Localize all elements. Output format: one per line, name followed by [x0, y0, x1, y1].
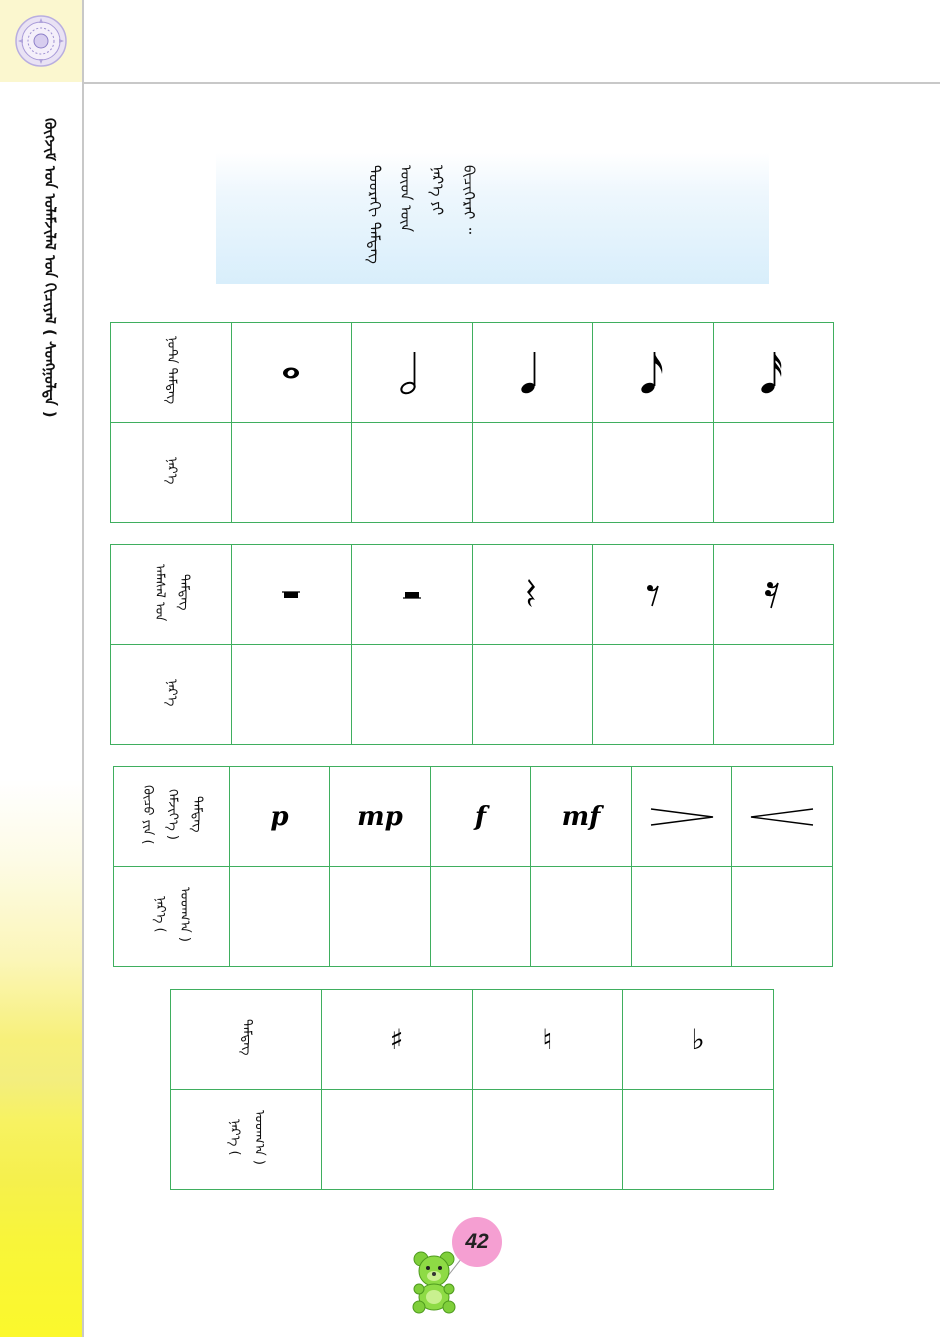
side-title: ᠬᠥᠭᠵᠢᠮ ᠤᠨ ᠤᠯᠠᠮᠵᠢᠯᠠᠯ ᠤᠨ ᠬᠢᠴᠢᠶᠡᠯ ( ᠰᠣᠩᠭᠣᠯᠲ… — [40, 118, 59, 418]
dynamics-name-label: ᠨᠡᠷ᠎ᠡ ( ᠤᠳᠬ᠎ᠠ ) — [152, 887, 193, 942]
eighth-note-icon — [641, 351, 663, 393]
crescendo-hairpin-icon — [750, 807, 814, 826]
notes-header-cell: ᠨᠤᠲ᠋ᠠ ᠲᠡᠮᠳᠡᠭ — [110, 322, 232, 423]
half-rest-icon — [402, 591, 421, 599]
quarter-rest-cell — [471, 544, 593, 645]
rests-name-label: ᠨᠡᠷ᠎ᠡ — [164, 678, 180, 707]
notes-symbol-row: ᠨᠤᠲ᠋ᠠ ᠲᠡᠮᠳᠡᠭ — [110, 322, 834, 423]
instruction-box: ᠳᠣᠣᠷᠠᠬᠢ ᠲᠡᠮᠳᠡᠭ ᠦᠳ ᠦᠨ ᠨᠡᠷ᠎ᠡ ᠶᠢ ᠪᠢᠴᠢᠭᠡᠷᠡᠢ … — [216, 153, 769, 284]
sixteenth-rest-icon — [765, 581, 780, 608]
half-rest-cell — [351, 544, 473, 645]
answer-cell[interactable] — [731, 866, 833, 967]
accidentals-table: ᠲᠡᠮᠳᠡᠭ ♯ ♮ ♭ ᠨᠡᠷ᠎ᠡ ( ᠤᠳᠬ᠎ᠠ ) — [170, 989, 774, 1190]
answer-cell[interactable] — [471, 422, 593, 523]
rests-header-cell: ᠠᠮᠠᠰᠠᠯ ᠤᠨ ᠲᠡᠮᠳᠡᠭ — [110, 544, 232, 645]
answer-cell[interactable] — [712, 644, 834, 745]
answer-cell[interactable] — [320, 1089, 473, 1190]
answer-cell[interactable] — [351, 422, 473, 523]
notes-name-row: ᠨᠡᠷ᠎ᠡ — [110, 422, 834, 523]
sixteenth-note-icon — [761, 351, 782, 393]
answer-cell[interactable] — [530, 866, 632, 967]
rests-name-header-cell: ᠨᠡᠷ᠎ᠡ — [110, 644, 232, 745]
accidentals-name-header-cell: ᠨᠡᠷ᠎ᠡ ( ᠤᠳᠬ᠎ᠠ ) — [170, 1089, 322, 1190]
dynamics-table: ᠬᠦᠴᠦ ᠶᠢᠨ ( ᠬᠡᠮᠵᠢᠶ᠎ᠡ ) ᠲᠡᠮᠳᠡᠭ p mp f mf ᠨ… — [113, 766, 833, 967]
dynamic-mf-cell: mf — [530, 766, 632, 867]
decrescendo-cell — [631, 766, 732, 867]
rests-table: ᠠᠮᠠᠰᠠᠯ ᠤᠨ ᠲᠡᠮᠳᠡᠭ — [110, 544, 834, 745]
accidentals-symbol-row: ᠲᠡᠮᠳᠡᠭ ♯ ♮ ♭ — [170, 989, 774, 1090]
quarter-note-cell — [471, 322, 593, 423]
answer-cell[interactable] — [712, 422, 834, 523]
answer-cell[interactable] — [351, 644, 473, 745]
frame-horizontal-rule — [84, 82, 940, 84]
answer-cell[interactable] — [229, 866, 330, 967]
sharp-symbol: ♯ — [389, 1023, 404, 1056]
answer-cell[interactable] — [622, 1089, 774, 1190]
page-number-badge: 42 — [452, 1217, 502, 1267]
dynamic-mp-cell: mp — [329, 766, 431, 867]
eighth-rest-cell — [592, 544, 714, 645]
answer-cell[interactable] — [230, 422, 352, 523]
instruction-text: ᠳᠣᠣᠷᠠᠬᠢ ᠲᠡᠮᠳᠡᠭ ᠦᠳ ᠦᠨ ᠨᠡᠷ᠎ᠡ ᠶᠢ ᠪᠢᠴᠢᠭᠡᠷᠡᠢ … — [365, 165, 479, 264]
dynamics-symbol-row: ᠬᠦᠴᠦ ᠶᠢᠨ ( ᠬᠡᠮᠵᠢᠶ᠎ᠡ ) ᠲᠡᠮᠳᠡᠭ p mp f mf — [113, 766, 833, 867]
accidentals-name-row: ᠨᠡᠷ᠎ᠡ ( ᠤᠳᠬ᠎ᠠ ) — [170, 1089, 774, 1190]
dynamic-mark-p: p — [270, 801, 289, 832]
answer-cell[interactable] — [329, 866, 431, 967]
dynamic-mark-mf: mf — [561, 801, 601, 832]
notes-table: ᠨᠤᠲ᠋ᠠ ᠲᠡᠮᠳᠡᠭ — [110, 322, 834, 523]
sixteenth-note-cell — [712, 322, 834, 423]
notes-header-label: ᠨᠤᠲ᠋ᠠ ᠲᠡᠮᠳᠡᠭ — [164, 336, 180, 405]
natural-symbol: ♮ — [542, 1023, 553, 1056]
dynamics-name-header-cell: ᠨᠡᠷ᠎ᠡ ( ᠤᠳᠬ᠎ᠠ ) — [113, 866, 230, 967]
rests-header-label: ᠠᠮᠠᠰᠠᠯ ᠤᠨ ᠲᠡᠮᠳᠡᠭ — [151, 563, 192, 622]
dynamics-header-cell: ᠬᠦᠴᠦ ᠶᠢᠨ ( ᠬᠡᠮᠵᠢᠶ᠎ᠡ ) ᠲᠡᠮᠳᠡᠭ — [113, 766, 230, 867]
accidentals-header-cell: ᠲᠡᠮᠳᠡᠭ — [170, 989, 322, 1090]
corner-emblem-box — [0, 0, 82, 82]
half-note-cell — [351, 322, 473, 423]
half-note-icon — [400, 351, 416, 394]
answer-cell[interactable] — [430, 866, 531, 967]
dynamics-name-row: ᠨᠡᠷ᠎ᠡ ( ᠤᠳᠬ᠎ᠠ ) — [113, 866, 833, 967]
decrescendo-hairpin-icon — [650, 807, 713, 826]
sixteenth-rest-cell — [712, 544, 834, 645]
crescendo-cell — [731, 766, 833, 867]
notes-name-header-cell: ᠨᠡᠷ᠎ᠡ — [110, 422, 232, 523]
natural-cell: ♮ — [471, 989, 624, 1090]
seal-icon — [15, 15, 67, 67]
dynamics-header-label: ᠬᠦᠴᠦ ᠶᠢᠨ ( ᠬᠡᠮᠵᠢᠶ᠎ᠡ ) ᠲᠡᠮᠳᠡᠭ — [140, 784, 205, 845]
accidentals-header-label: ᠲᠡᠮᠳᠡᠭ — [239, 1019, 255, 1056]
answer-cell[interactable] — [471, 644, 593, 745]
whole-rest-cell — [230, 544, 352, 645]
flat-symbol: ♭ — [691, 1023, 705, 1056]
eighth-rest-icon — [646, 584, 659, 606]
notes-name-label: ᠨᠡᠷ᠎ᠡ — [164, 456, 180, 485]
sharp-cell: ♯ — [320, 989, 473, 1090]
flat-cell: ♭ — [622, 989, 774, 1090]
eighth-note-cell — [592, 322, 714, 423]
whole-note-icon — [283, 367, 300, 378]
rests-symbol-row: ᠠᠮᠠᠰᠠᠯ ᠤᠨ ᠲᠡᠮᠳᠡᠭ — [110, 544, 834, 645]
quarter-note-icon — [521, 351, 536, 393]
dynamic-mark-mp: mp — [357, 801, 403, 832]
dynamic-f-cell: f — [430, 766, 531, 867]
rests-name-row: ᠨᠡᠷ᠎ᠡ — [110, 644, 834, 745]
quarter-rest-icon — [527, 578, 536, 607]
answer-cell[interactable] — [471, 1089, 624, 1190]
accidentals-name-label: ᠨᠡᠷ᠎ᠡ ( ᠤᠳᠬ᠎ᠠ ) — [226, 1110, 267, 1165]
answer-cell[interactable] — [230, 644, 352, 745]
answer-cell[interactable] — [592, 422, 714, 523]
dynamic-mark-f: f — [474, 801, 487, 832]
whole-note-cell — [230, 322, 352, 423]
whole-rest-icon — [282, 590, 301, 598]
answer-cell[interactable] — [592, 644, 714, 745]
answer-cell[interactable] — [631, 866, 732, 967]
frame-vertical-rule — [82, 0, 84, 1337]
dynamic-p-cell: p — [229, 766, 330, 867]
